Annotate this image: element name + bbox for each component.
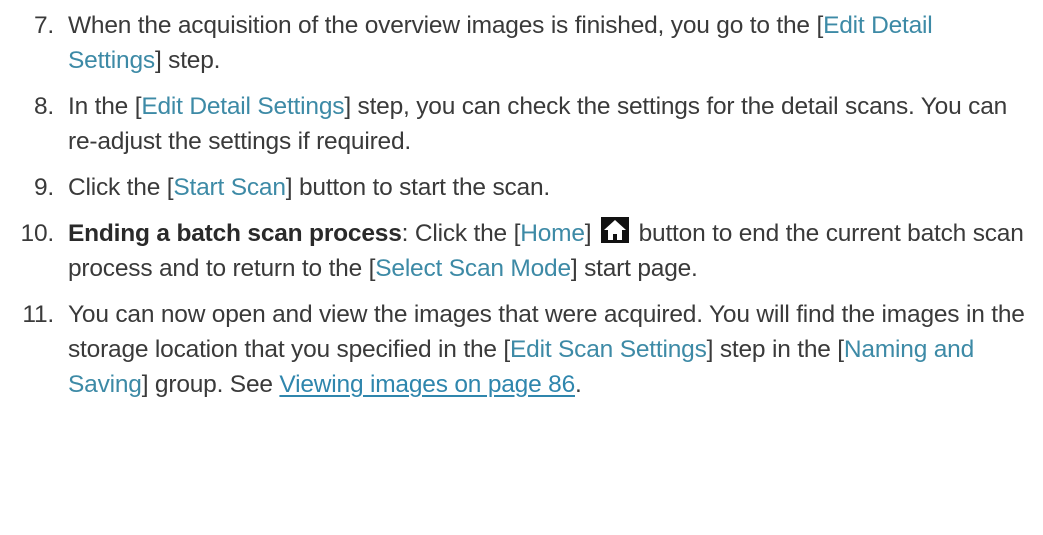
step-text: ] step. — [154, 47, 221, 74]
ui-reference-home: Home — [520, 220, 585, 247]
step-text: ] group. See — [141, 371, 280, 398]
step-text: ] button to start the scan. — [285, 174, 551, 201]
step-7: 7. When the acquisition of the overview … — [0, 8, 1043, 78]
step-number: 9. — [33, 174, 54, 201]
viewing-images-link[interactable]: Viewing images on page 86 — [279, 371, 575, 398]
instruction-list: 7. When the acquisition of the overview … — [0, 0, 1043, 535]
ui-reference-select-scan-mode: Select Scan Mode — [375, 255, 571, 282]
step-8: 8. In the [Edit Detail Settings] step, y… — [0, 89, 1043, 159]
step-text: . — [575, 371, 582, 398]
step-text: ] start page. — [570, 255, 698, 282]
ui-reference-edit-scan-settings: Edit Scan Settings — [510, 336, 707, 363]
step-number: 11. — [22, 301, 54, 328]
step-text: Click the [ — [68, 174, 174, 201]
ui-reference-start-scan: Start Scan — [173, 174, 286, 201]
ui-reference-edit-detail-settings: Edit Detail Settings — [141, 93, 345, 120]
step-heading: Ending a batch scan process — [68, 220, 402, 247]
step-10: 10. Ending a batch scan process: Click t… — [0, 216, 1043, 286]
step-number: 10. — [20, 220, 55, 247]
home-icon — [600, 217, 629, 243]
step-number: 7. — [33, 12, 54, 39]
step-9: 9. Click the [Start Scan] button to star… — [0, 170, 1043, 205]
step-text: : Click the [ — [401, 220, 521, 247]
step-number: 8. — [33, 93, 54, 120]
step-11: 11. You can now open and view the images… — [0, 297, 1043, 402]
step-text: ] step in the [ — [706, 336, 844, 363]
step-text: In the [ — [68, 93, 142, 120]
step-text: ] — [584, 220, 598, 247]
step-text: When the acquisition of the overview ima… — [68, 12, 824, 39]
